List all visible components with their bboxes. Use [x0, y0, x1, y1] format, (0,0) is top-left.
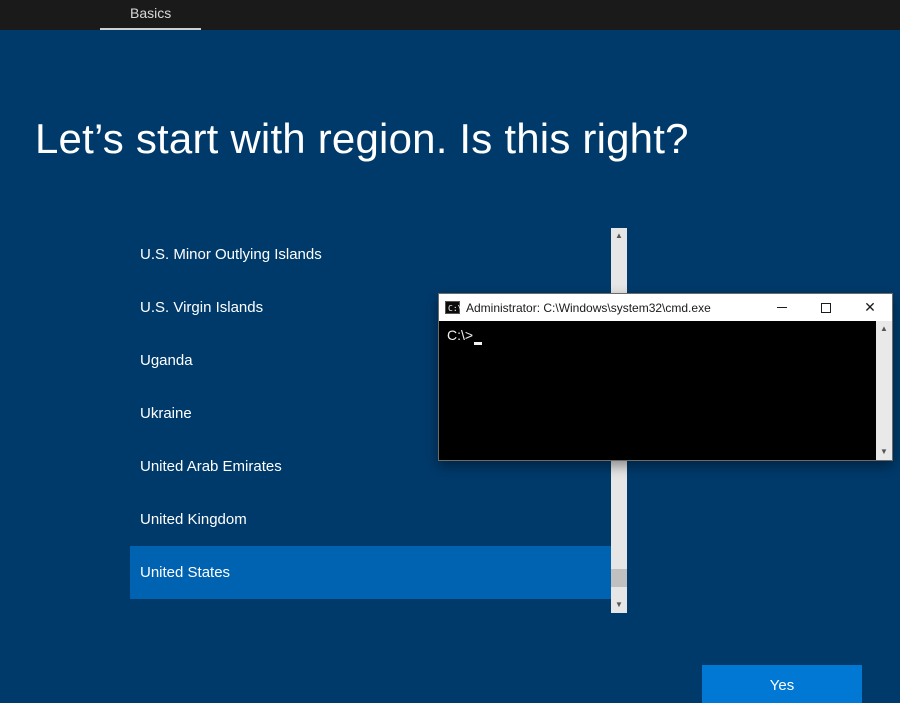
- cmd-window-title: Administrator: C:\Windows\system32\cmd.e…: [466, 301, 760, 315]
- yes-button[interactable]: Yes: [702, 665, 862, 703]
- scroll-up-icon[interactable]: ▲: [611, 228, 627, 244]
- scroll-up-icon[interactable]: ▲: [876, 321, 892, 337]
- cmd-titlebar[interactable]: C:\ Administrator: C:\Windows\system32\c…: [439, 294, 892, 321]
- scroll-track-space[interactable]: [876, 337, 892, 444]
- cmd-cursor-icon: [474, 342, 482, 345]
- minimize-button[interactable]: [760, 294, 804, 321]
- cmd-scrollbar[interactable]: ▲ ▼: [876, 321, 892, 460]
- scroll-thumb[interactable]: [611, 569, 627, 587]
- close-button[interactable]: ✕: [848, 294, 892, 321]
- list-item[interactable]: U.S. Minor Outlying Islands: [130, 228, 611, 281]
- cmd-app-icon: C:\: [445, 301, 460, 314]
- cmd-window-controls: ✕: [760, 294, 892, 321]
- tab-basics[interactable]: Basics: [100, 0, 201, 30]
- cmd-client-area: C:\> ▲ ▼: [439, 321, 892, 460]
- scroll-down-icon[interactable]: ▼: [876, 444, 892, 460]
- page-title: Let’s start with region. Is this right?: [35, 30, 865, 163]
- scroll-track-space[interactable]: [611, 587, 627, 597]
- maximize-button[interactable]: [804, 294, 848, 321]
- oobe-panel: Let’s start with region. Is this right? …: [0, 30, 900, 703]
- top-tab-bar: Basics: [0, 0, 900, 30]
- list-item-selected[interactable]: United States: [130, 546, 611, 599]
- cmd-window[interactable]: C:\ Administrator: C:\Windows\system32\c…: [438, 293, 893, 461]
- cmd-console[interactable]: C:\>: [439, 321, 876, 460]
- cmd-prompt-text: C:\>: [447, 327, 473, 343]
- scroll-down-icon[interactable]: ▼: [611, 597, 627, 613]
- list-item[interactable]: United Kingdom: [130, 493, 611, 546]
